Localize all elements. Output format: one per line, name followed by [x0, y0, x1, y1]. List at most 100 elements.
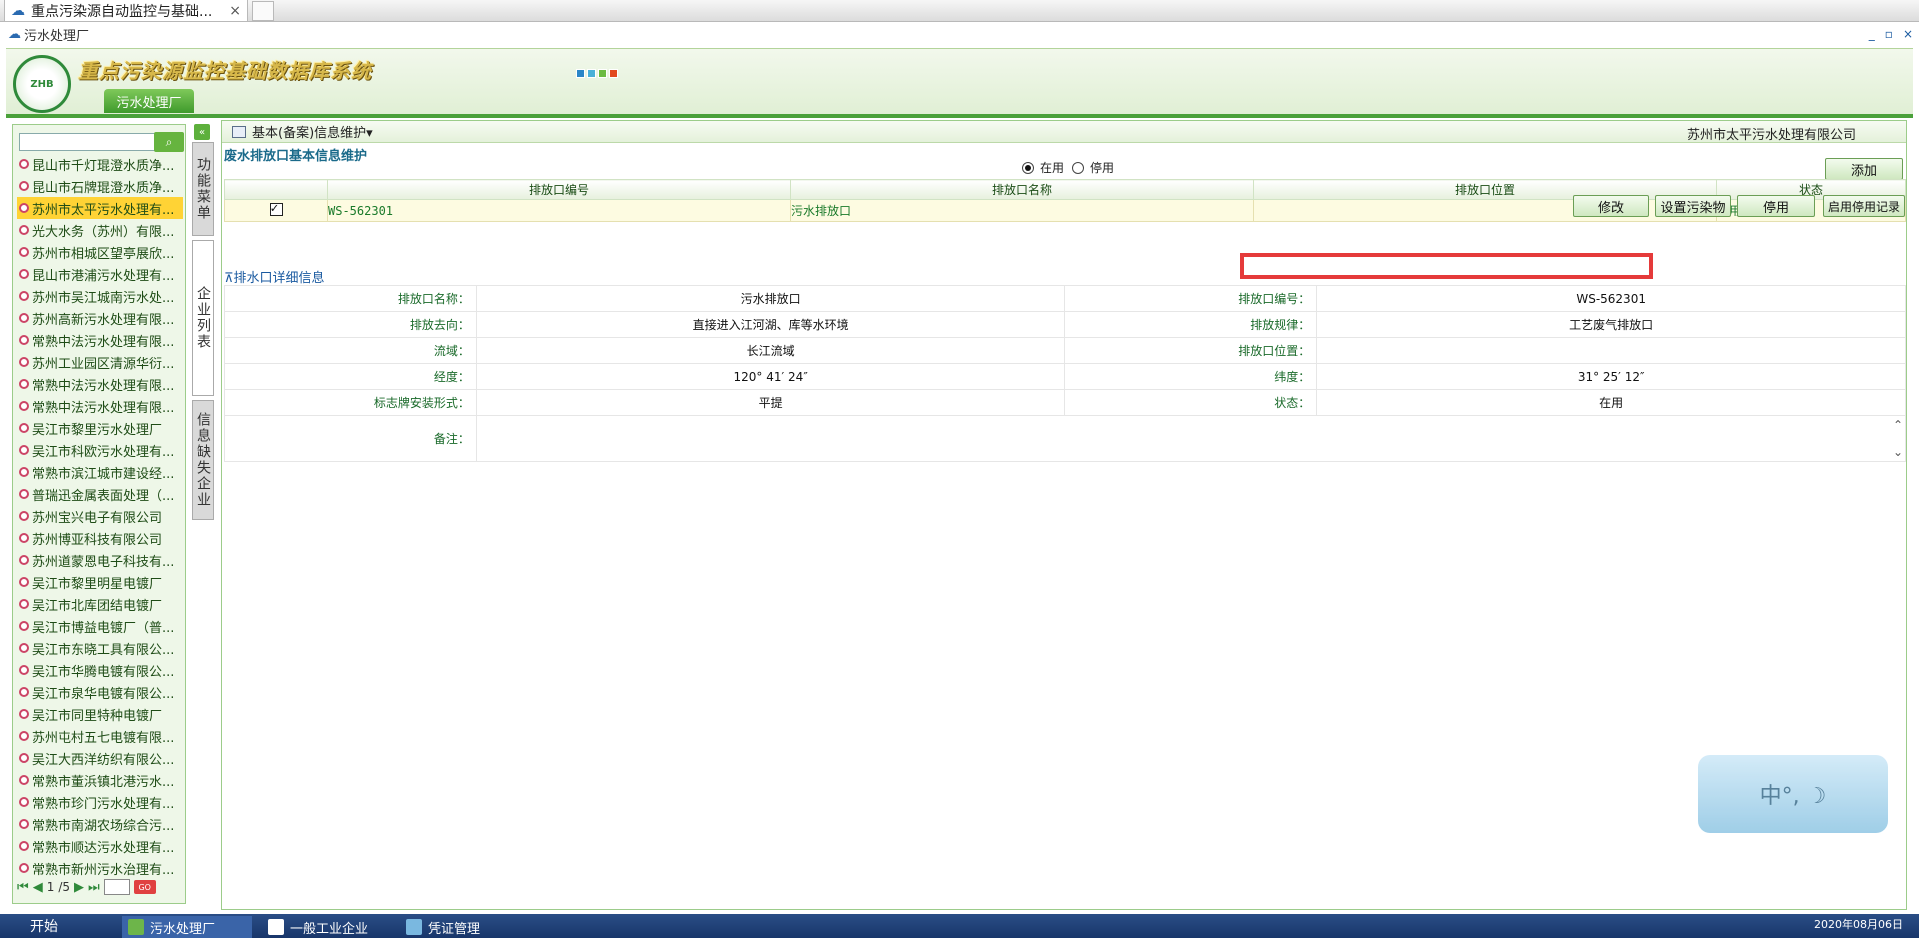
- browser-tab-close-icon[interactable]: ×: [229, 3, 241, 19]
- radio-active-label: 在用: [1040, 161, 1065, 175]
- tab-function-menu[interactable]: 功能菜单: [192, 142, 214, 236]
- list-item[interactable]: 光大水务（苏州）有限...: [17, 219, 183, 241]
- list-item[interactable]: 常熟市新州污水治理有...: [17, 857, 183, 879]
- list-item[interactable]: 苏州市吴江城南污水处...: [17, 285, 183, 307]
- list-item[interactable]: 吴江市华腾电镀有限公...: [17, 659, 183, 681]
- list-item[interactable]: 昆山市石牌琨澄水质净...: [17, 175, 183, 197]
- set-pollutant-button[interactable]: 设置污染物: [1655, 195, 1731, 217]
- list-item[interactable]: 普瑞迅金属表面处理（...: [17, 483, 183, 505]
- taskbar-item-label: 一般工业企业: [290, 921, 369, 937]
- company-bullet-icon: [19, 203, 29, 213]
- taskbar-item-voucher[interactable]: 凭证管理: [400, 916, 530, 938]
- label-longitude: 经度：: [224, 363, 477, 390]
- theme-swatch-orange[interactable]: [609, 69, 618, 78]
- value-latitude: 31° 25′ 12″: [1316, 363, 1906, 390]
- list-item[interactable]: 常熟市南湖农场综合污...: [17, 813, 183, 835]
- company-bullet-icon: [19, 731, 29, 741]
- maintenance-menu[interactable]: 基本(备案)信息维护▾: [252, 122, 373, 141]
- company-name-label: 吴江大西洋纺织有限公...: [32, 752, 175, 768]
- table-row[interactable]: WS-562301 污水排放口 在用: [224, 199, 1906, 222]
- list-item[interactable]: 苏州屯村五七电镀有限...: [17, 725, 183, 747]
- browser-tab[interactable]: ☁ 重点污染源自动监控与基础... ×: [4, 0, 248, 22]
- list-item[interactable]: 吴江市黎里污水处理厂: [17, 417, 183, 439]
- list-item[interactable]: 昆山市千灯琨澄水质净...: [17, 153, 183, 175]
- first-page-icon[interactable]: ⏮: [17, 880, 29, 895]
- row-checkbox[interactable]: [269, 201, 283, 216]
- tab-company-list[interactable]: 企业列表: [192, 240, 214, 396]
- prev-page-icon[interactable]: ◀: [33, 880, 43, 895]
- list-item[interactable]: 苏州博亚科技有限公司: [17, 527, 183, 549]
- theme-swatch-blue[interactable]: [576, 69, 585, 78]
- company-bullet-icon: [19, 665, 29, 675]
- company-bullet-icon: [19, 511, 29, 521]
- close-icon[interactable]: ×: [1903, 27, 1913, 41]
- go-button[interactable]: GO: [133, 880, 156, 894]
- window-icon: ☁: [8, 26, 21, 42]
- main-toolbar: 基本(备案)信息维护▾ 苏州市太平污水处理有限公司: [222, 121, 1906, 143]
- company-name-label: 吴江市同里特种电镀厂: [32, 708, 163, 724]
- add-button[interactable]: 添加: [1825, 158, 1903, 180]
- theme-swatches: [576, 69, 618, 78]
- company-bullet-icon: [19, 819, 29, 829]
- list-item[interactable]: 苏州市相城区望亭展欣...: [17, 241, 183, 263]
- tab-missing-info[interactable]: 信息缺失企业: [192, 400, 214, 520]
- history-button[interactable]: 启用停用记录: [1823, 195, 1905, 217]
- list-item[interactable]: 常熟市滨江城市建设经...: [17, 461, 183, 483]
- list-item[interactable]: 吴江市同里特种电镀厂: [17, 703, 183, 725]
- list-item[interactable]: 吴江市科欧污水处理有...: [17, 439, 183, 461]
- restore-icon[interactable]: ▫: [1885, 27, 1893, 41]
- radio-active[interactable]: [1022, 161, 1034, 174]
- company-bullet-icon: [19, 797, 29, 807]
- company-search-input[interactable]: [19, 133, 166, 151]
- list-item[interactable]: 苏州工业园区清源华衍...: [17, 351, 183, 373]
- list-item[interactable]: 常熟中法污水处理有限...: [17, 373, 183, 395]
- main-panel: 基本(备案)信息维护▾ 苏州市太平污水处理有限公司 废水排放口基本信息维护 在用…: [221, 120, 1907, 910]
- new-tab-button[interactable]: [252, 1, 274, 21]
- list-item[interactable]: 吴江市黎里明星电镀厂: [17, 571, 183, 593]
- ime-status-widget[interactable]: 中°, ☽: [1698, 755, 1888, 833]
- list-item[interactable]: 苏州市太平污水处理有...: [17, 197, 183, 219]
- list-item[interactable]: 常熟中法污水处理有限...: [17, 395, 183, 417]
- note-textarea[interactable]: ⌃ ⌄: [475, 415, 1907, 462]
- list-item[interactable]: 常熟市董浜镇北港污水...: [17, 769, 183, 791]
- list-item[interactable]: 吴江市北库团结电镀厂: [17, 593, 183, 615]
- scroll-up-icon[interactable]: ⌃: [1893, 418, 1903, 432]
- radio-inactive[interactable]: [1072, 161, 1085, 174]
- next-page-icon[interactable]: ▶: [74, 880, 84, 895]
- row-checkbox-cell[interactable]: [224, 199, 328, 222]
- page-number-input[interactable]: [103, 879, 130, 895]
- company-name-label: 常熟市顺达污水处理有...: [32, 840, 175, 856]
- company-bullet-icon: [19, 269, 29, 279]
- company-name-label: 常熟市珍门污水处理有...: [32, 796, 175, 812]
- list-item[interactable]: 苏州道蒙恩电子科技有...: [17, 549, 183, 571]
- start-button[interactable]: 开始: [0, 914, 110, 938]
- list-item[interactable]: 吴江市博益电镀厂（普...: [17, 615, 183, 637]
- list-item[interactable]: 吴江市泉华电镀有限公...: [17, 681, 183, 703]
- list-item[interactable]: 昆山市港浦污水处理有...: [17, 263, 183, 285]
- list-item[interactable]: 常熟市珍门污水处理有...: [17, 791, 183, 813]
- collapse-sidebar-icon[interactable]: «: [194, 124, 210, 140]
- list-item[interactable]: 吴江大西洋纺织有限公...: [17, 747, 183, 769]
- detail-section-toggle[interactable]: ⊼排水口详细信息: [224, 267, 325, 286]
- taskbar: 开始 污水处理厂 一般工业企业 凭证管理 2020年08月06日: [0, 914, 1919, 938]
- list-item[interactable]: 苏州宝兴电子有限公司: [17, 505, 183, 527]
- scroll-down-icon[interactable]: ⌄: [1893, 445, 1903, 459]
- minimize-icon[interactable]: _: [1869, 27, 1875, 41]
- list-item[interactable]: 吴江市东晓工具有限公...: [17, 637, 183, 659]
- taskbar-item-wastewater[interactable]: 污水处理厂: [122, 916, 252, 938]
- modify-button[interactable]: 修改: [1573, 195, 1649, 217]
- search-button[interactable]: ⌕: [154, 132, 184, 152]
- list-item[interactable]: 常熟市顺达污水处理有...: [17, 835, 183, 857]
- theme-swatch-cyan[interactable]: [587, 69, 596, 78]
- header-tab-wastewater[interactable]: 污水处理厂: [104, 89, 194, 113]
- last-page-icon[interactable]: ⏭: [88, 880, 100, 895]
- list-item[interactable]: 苏州高新污水处理有限...: [17, 307, 183, 329]
- company-bullet-icon: [19, 775, 29, 785]
- table-header-code: 排放口编号: [327, 179, 791, 200]
- taskbar-item-industrial[interactable]: 一般工业企业: [262, 916, 392, 938]
- disable-button[interactable]: 停用: [1737, 195, 1815, 217]
- company-bullet-icon: [19, 181, 29, 191]
- list-item[interactable]: 常熟中法污水处理有限...: [17, 329, 183, 351]
- theme-swatch-green[interactable]: [598, 69, 607, 78]
- app-header: ZHB 重点污染源监控基础数据库系统 污水处理厂: [6, 48, 1913, 116]
